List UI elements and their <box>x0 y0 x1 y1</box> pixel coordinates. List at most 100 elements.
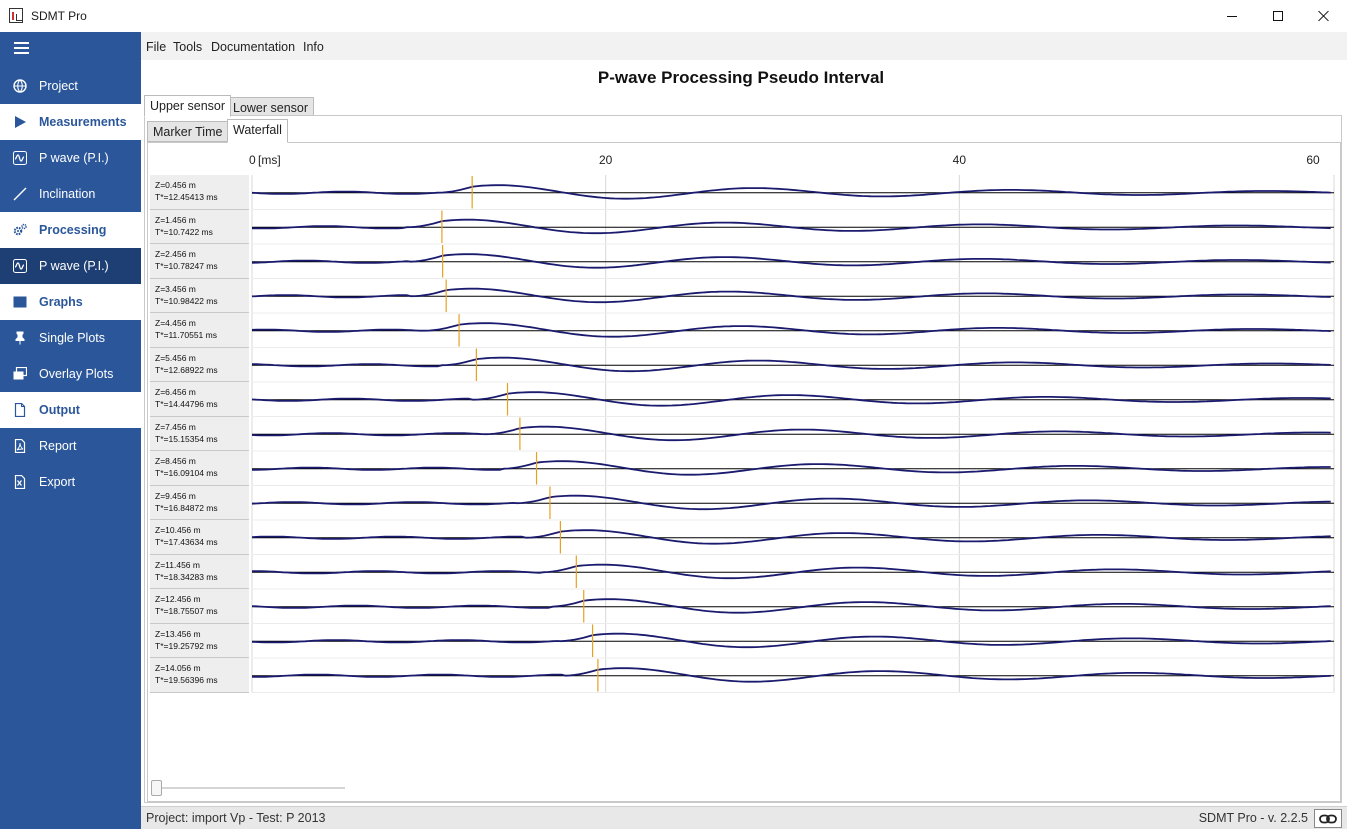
trace-depth: Z=7.456 m <box>155 421 196 432</box>
trace-label: Z=9.456 m T*=16.84872 ms <box>150 485 249 520</box>
tab-marker-time[interactable]: Marker Time <box>147 121 229 142</box>
maximize-button[interactable] <box>1255 0 1301 32</box>
status-project: Project: import Vp - Test: P 2013 <box>146 811 326 825</box>
status-bar: Project: import Vp - Test: P 2013 SDMT P… <box>141 806 1347 829</box>
link-button[interactable] <box>1314 809 1342 828</box>
sidebar-item-single-plots-7[interactable]: Single Plots <box>0 320 141 356</box>
trace-time: T*=16.09104 ms <box>155 468 218 478</box>
horizontal-scrollbar[interactable] <box>151 780 345 796</box>
trace-depth: Z=6.456 m <box>155 387 196 397</box>
sidebar-item-processing-4[interactable]: Processing <box>0 212 141 248</box>
trace-time: T*=18.34283 ms <box>155 571 218 582</box>
trace-depth: Z=8.456 m <box>155 456 196 466</box>
sidebar-item-graphs-6[interactable]: Graphs <box>0 284 141 320</box>
trace-waveform <box>251 494 1331 511</box>
x-tick-label: 40 <box>953 153 967 167</box>
overlay-icon <box>13 367 27 381</box>
gears-icon <box>13 223 27 237</box>
trace-label: Z=10.456 m T*=17.43634 ms <box>150 520 249 555</box>
trace-waveform <box>251 425 1331 442</box>
waterfall-panel: 0 [ms] 20 40 60 Z=0.456 m T*=12.45413 ms Z=1.4… <box>147 142 1341 802</box>
sidebar-item-label: Graphs <box>39 295 83 309</box>
app-window: SDMT Pro Project Measurements P wave (P.I.… <box>0 0 1347 829</box>
trace-depth: Z=0.456 m <box>155 180 196 190</box>
trace-time: T*=10.78247 ms <box>155 261 218 271</box>
sidebar-item-label: P wave (P.I.) <box>39 151 109 165</box>
trace-waveform <box>251 632 1331 649</box>
menu-bar: File Tools Documentation Info <box>141 32 1347 60</box>
trace-waveform <box>251 184 1331 200</box>
wave-icon <box>13 151 27 165</box>
trace-waveform <box>252 460 1331 476</box>
scrollbar-thumb[interactable] <box>151 780 162 796</box>
trace-depth: Z=11.456 m <box>155 559 200 570</box>
sidebar-item-label: Inclination <box>39 187 96 201</box>
trace-label: Z=11.456 m T*=18.34283 ms <box>150 554 249 589</box>
sidebar-item-label: Processing <box>39 223 107 237</box>
minimize-icon <box>1227 15 1237 17</box>
sidebar-item-output-9[interactable]: Output <box>0 392 141 428</box>
page-title: P-wave Processing Pseudo Interval <box>597 68 885 87</box>
sidebar-item-label: Report <box>39 439 77 453</box>
x-tick-label: 60 <box>1306 153 1320 167</box>
trace-depth: Z=14.056 m <box>155 663 201 673</box>
sidebar-item-export-11[interactable]: Export <box>0 464 141 500</box>
menu-file[interactable]: File <box>146 40 166 54</box>
sidebar: Project Measurements P wave (P.I.) Inclinat… <box>0 32 141 829</box>
sidebar-item-project-0[interactable]: Project <box>0 68 141 104</box>
menu-documentation[interactable]: Documentation <box>211 40 295 54</box>
waterfall-chart: 0 [ms] 20 40 60 <box>249 153 1335 693</box>
file-icon <box>13 403 27 417</box>
trace-waveform <box>251 218 1331 235</box>
sidebar-item-label: P wave (P.I.) <box>39 259 109 273</box>
trace-waveform <box>251 529 1331 545</box>
trace-waveform <box>252 563 1331 580</box>
close-button[interactable] <box>1301 0 1347 32</box>
status-version: SDMT Pro - v. 2.2.5 <box>1198 811 1308 825</box>
play-icon <box>13 115 27 129</box>
sidebar-item-measurements-1[interactable]: Measurements <box>0 104 141 140</box>
trace-depth: Z=10.456 m <box>155 525 201 535</box>
trace-waveform <box>251 391 1331 407</box>
trace-waveform <box>251 356 1331 373</box>
menu-tools[interactable]: Tools <box>173 40 202 54</box>
trace-label: Z=1.456 m T*=10.7422 ms <box>150 209 249 244</box>
link-icon <box>1319 814 1337 823</box>
trace-label: Z=14.056 m T*=19.56396 ms <box>150 658 249 693</box>
sensor-panel: Marker Time Waterfall 0 [ms] 20 40 60 Z=0.45… <box>144 115 1342 803</box>
trace-time: T*=17.43634 ms <box>155 537 218 547</box>
pdf-icon <box>13 439 27 453</box>
sidebar-item-inclination-3[interactable]: Inclination <box>0 176 141 212</box>
trace-waveform <box>252 667 1331 683</box>
sidebar-item-p-wave-p-i-5[interactable]: P wave (P.I.) <box>0 248 141 284</box>
trace-label: Z=2.456 m T*=10.78247 ms <box>150 244 249 279</box>
sidebar-item-report-10[interactable]: Report <box>0 428 141 464</box>
tab-waterfall[interactable]: Waterfall <box>227 119 288 143</box>
pin-icon <box>13 331 27 345</box>
image-icon <box>13 295 27 309</box>
window-title: SDMT Pro <box>31 9 87 23</box>
trace-depth: Z=4.456 m <box>155 318 196 328</box>
excel-icon <box>13 475 27 489</box>
trace-time: T*=16.84872 ms <box>155 502 218 513</box>
x-axis-unit: [ms] <box>258 153 281 167</box>
trace-time: T*=19.25792 ms <box>155 640 218 651</box>
sidebar-item-overlay-plots-8[interactable]: Overlay Plots <box>0 356 141 392</box>
trace-depth: Z=1.456 m <box>155 214 196 225</box>
scrollbar-track[interactable] <box>162 787 345 789</box>
title-bar: SDMT Pro <box>0 0 1347 32</box>
hamburger-menu-icon[interactable] <box>14 42 29 54</box>
trace-depth: Z=13.456 m <box>155 628 201 639</box>
tab-lower-sensor[interactable]: Lower sensor <box>227 97 315 116</box>
minimize-button[interactable] <box>1209 0 1255 32</box>
sidebar-item-p-wave-p-i-2[interactable]: P wave (P.I.) <box>0 140 141 176</box>
main-content: P-wave Processing Pseudo Interval Upper … <box>141 60 1347 806</box>
sidebar-item-label: Overlay Plots <box>39 367 114 381</box>
menu-info[interactable]: Info <box>303 40 324 54</box>
tab-upper-sensor[interactable]: Upper sensor <box>144 95 232 117</box>
trace-time: T*=14.44796 ms <box>155 399 218 409</box>
trace-depth: Z=2.456 m <box>155 249 196 259</box>
trace-time: T*=18.75507 ms <box>155 606 218 616</box>
trace-waveform <box>251 253 1331 269</box>
trace-waveform <box>251 598 1331 614</box>
